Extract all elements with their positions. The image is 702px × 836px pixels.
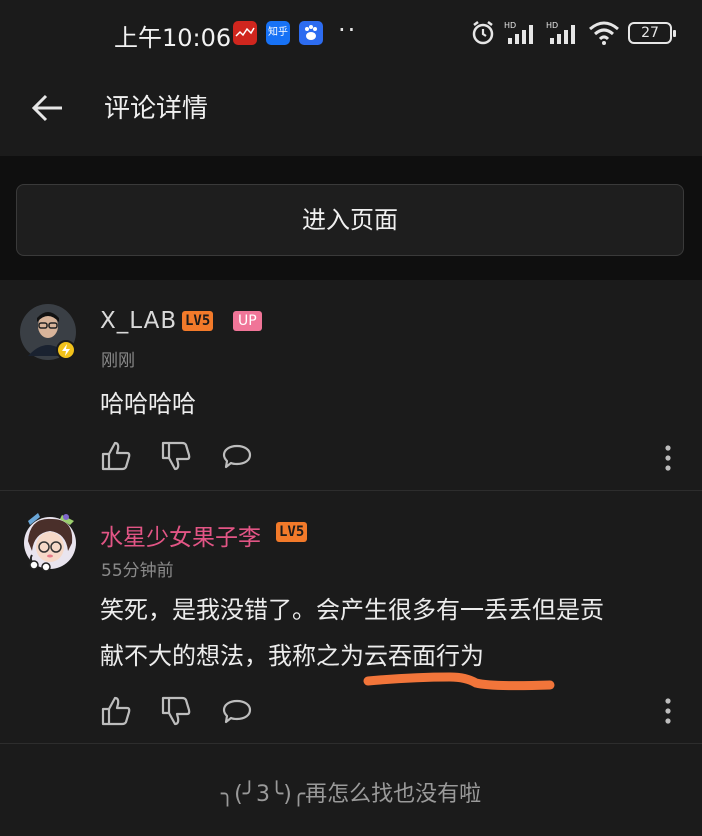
stock-app-icon <box>233 21 257 45</box>
avatar[interactable] <box>20 304 76 360</box>
level-badge: LV5 <box>182 311 214 331</box>
up-badge: UP <box>233 311 262 331</box>
more-options-icon[interactable] <box>664 697 672 725</box>
comment-time: 刚刚 <box>101 351 135 371</box>
app-header: 评论详情 <box>0 66 702 156</box>
avatar[interactable] <box>20 511 76 572</box>
wifi-icon <box>589 21 619 45</box>
signal-icon: HD <box>504 21 533 44</box>
battery-icon: 27 <box>628 22 676 44</box>
verified-badge-icon <box>56 340 76 360</box>
like-icon[interactable] <box>100 440 132 472</box>
comment-item: X_LAB LV5 UP 刚刚 哈哈哈哈 <box>0 280 702 490</box>
page-title: 评论详情 <box>104 94 209 124</box>
underline-annotation <box>363 672 555 691</box>
dislike-icon[interactable] <box>160 695 192 727</box>
more-options-icon[interactable] <box>664 444 672 472</box>
comment-item: 水星少女果子李 LV5 55分钟前 笑死，是我没错了。会产生很多有一丢丢但是贡 … <box>0 491 702 743</box>
comment-text: 哈哈哈哈 <box>100 390 196 418</box>
status-bar: 上午10:06 知乎 ·· HD HD 27 <box>0 0 702 66</box>
level-badge: LV5 <box>276 522 308 542</box>
svg-text:HD: HD <box>546 21 558 30</box>
end-of-list: ╮(╯3╰)╭再怎么找也没有啦 <box>0 744 702 836</box>
username[interactable]: 水星少女果子李 <box>100 518 261 552</box>
comment-text: 笑死，是我没错了。会产生很多有一丢丢但是贡 献不大的想法，我称之为云吞面行为 <box>100 591 680 675</box>
zhihu-app-icon: 知乎 <box>266 21 290 45</box>
status-time: 上午10:06 <box>114 24 232 52</box>
alarm-icon <box>472 21 494 45</box>
signal-icon-2: HD <box>546 21 575 44</box>
baidu-app-icon <box>299 21 323 45</box>
back-arrow-icon[interactable] <box>28 88 68 128</box>
reply-icon[interactable] <box>221 440 253 472</box>
username[interactable]: X_LAB <box>100 308 177 334</box>
reply-icon[interactable] <box>221 695 253 727</box>
enter-page-button[interactable]: 进入页面 <box>16 184 684 256</box>
comment-text-line: 笑死，是我没错了。会产生很多有一丢丢但是贡 <box>100 596 604 624</box>
svg-text:HD: HD <box>504 21 516 30</box>
enter-page-section: 进入页面 <box>0 156 702 280</box>
more-notifications-icon: ·· <box>338 16 358 44</box>
like-icon[interactable] <box>100 695 132 727</box>
end-of-list-text: ╮(╯3╰)╭再怎么找也没有啦 <box>220 782 482 807</box>
dislike-icon[interactable] <box>160 440 192 472</box>
comment-time: 55分钟前 <box>101 561 174 581</box>
status-icons: HD HD 27 <box>470 18 676 48</box>
